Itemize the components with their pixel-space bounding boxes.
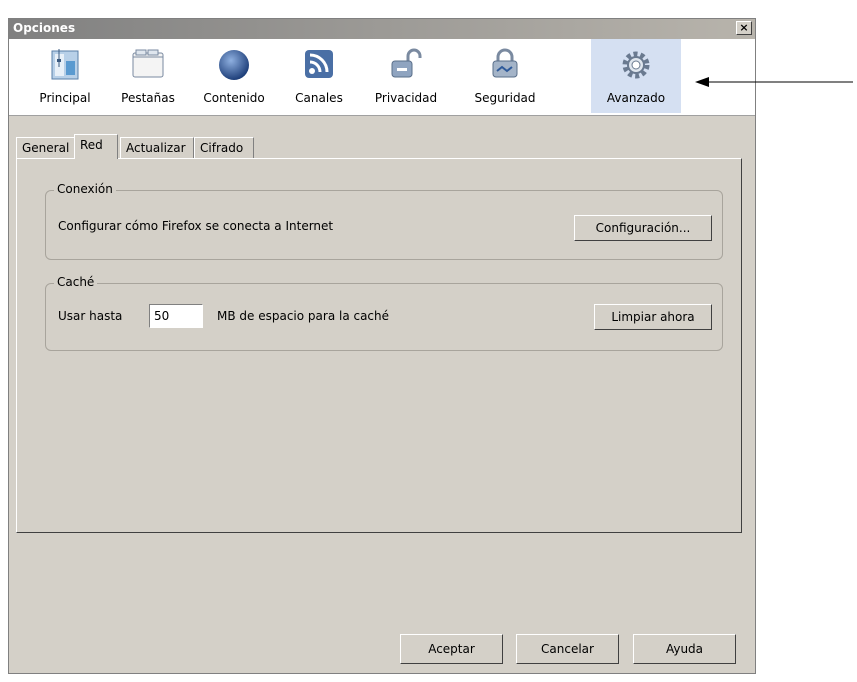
connection-settings-button[interactable]: Configuración... <box>574 215 712 241</box>
tab-actualizar[interactable]: Actualizar <box>120 137 194 159</box>
cache-group: Caché Usar hasta 50 MB de espacio para l… <box>45 275 723 351</box>
toolbar-label-avanzado: Avanzado <box>606 91 666 105</box>
toolbar-item-contenido[interactable]: Contenido <box>199 39 269 113</box>
connection-description: Configurar cómo Firefox se conecta a Int… <box>58 219 334 233</box>
tab-panel-red: Conexión Configurar cómo Firefox se cone… <box>16 158 742 533</box>
connection-legend: Conexión <box>54 182 116 196</box>
toolbar-label-pestanas: Pestañas <box>121 91 175 105</box>
toolbar-label-canales: Canales <box>295 91 343 105</box>
cache-size-input[interactable]: 50 <box>149 304 203 328</box>
toolbar-label-principal: Principal <box>39 91 91 105</box>
toolbar-item-privacidad[interactable]: Privacidad <box>371 39 441 113</box>
gear-icon <box>622 51 650 79</box>
tabs-icon <box>132 49 164 78</box>
close-button[interactable]: × <box>736 21 752 35</box>
category-toolbar: Principal Pestañas Contenido Canales Pri… <box>9 39 755 116</box>
toolbar-label-privacidad: Privacidad <box>374 91 438 105</box>
clear-cache-button[interactable]: Limpiar ahora <box>594 304 712 330</box>
pointer-arrow-icon <box>695 77 853 87</box>
cancel-button[interactable]: Cancelar <box>516 634 619 664</box>
toolbar-label-contenido: Contenido <box>203 91 265 105</box>
toolbar-item-avanzado[interactable]: Avanzado <box>591 39 681 113</box>
tab-general[interactable]: General <box>16 137 74 159</box>
help-button[interactable]: Ayuda <box>633 634 736 664</box>
toolbar-label-seguridad: Seguridad <box>474 91 536 105</box>
cache-limit-label: Usar hasta <box>58 309 123 323</box>
toolbar-item-pestanas[interactable]: Pestañas <box>113 39 183 113</box>
cache-legend: Caché <box>54 275 98 289</box>
rss-icon <box>305 50 333 78</box>
security-lock-icon <box>492 48 518 78</box>
toolbar-item-seguridad[interactable]: Seguridad <box>470 39 540 113</box>
principal-icon <box>51 49 79 80</box>
toolbar-item-principal[interactable]: Principal <box>30 39 100 113</box>
cache-size-suffix: MB de espacio para la caché <box>217 309 390 323</box>
privacy-lock-icon <box>391 48 422 78</box>
window-title: Opciones <box>13 21 76 35</box>
ok-button[interactable]: Aceptar <box>400 634 503 664</box>
tab-cifrado[interactable]: Cifrado <box>194 137 254 159</box>
globe-icon <box>219 50 249 80</box>
toolbar-item-canales[interactable]: Canales <box>284 39 354 113</box>
tab-red[interactable]: Red <box>74 134 118 159</box>
title-bar[interactable]: Opciones × <box>9 19 755 39</box>
connection-group: Conexión Configurar cómo Firefox se cone… <box>45 182 723 260</box>
